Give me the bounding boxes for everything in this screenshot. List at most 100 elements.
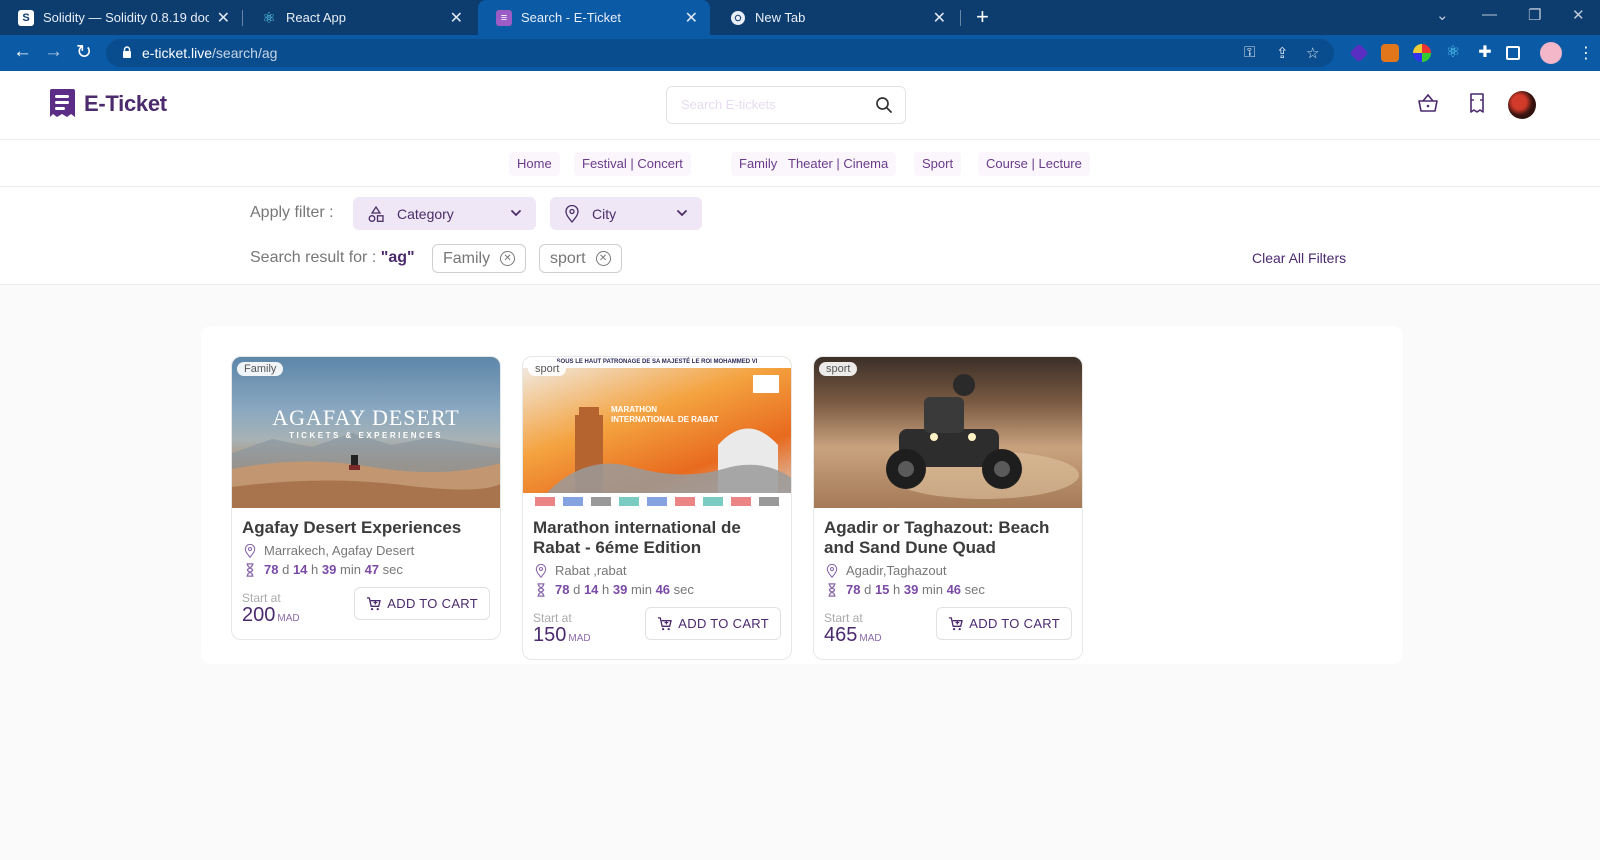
bookmark-star-icon[interactable]: ☆ bbox=[1306, 44, 1319, 62]
start-at-label: Start at bbox=[242, 591, 281, 605]
add-to-cart-button[interactable]: ADD TO CART bbox=[936, 607, 1072, 640]
search-icon[interactable] bbox=[875, 96, 893, 114]
nav-item-family[interactable]: Family bbox=[731, 152, 786, 176]
hourglass-icon bbox=[537, 582, 545, 597]
event-location: Agadir,Taghazout bbox=[824, 563, 1072, 578]
location-pin-icon bbox=[535, 563, 547, 578]
event-image: AGAFAY DESERT TICKETS & EXPERIENCES Fami… bbox=[232, 357, 500, 508]
category-select[interactable]: Category bbox=[353, 197, 536, 230]
search-box[interactable] bbox=[666, 86, 906, 124]
url-omnibox[interactable]: e-ticket.live/search/ag ⚿ ⇪ ☆ bbox=[106, 39, 1334, 67]
minimize-icon[interactable]: — bbox=[1482, 6, 1497, 23]
category-nav: Home Festival | Concert Family Theater |… bbox=[0, 140, 1600, 187]
close-tab-icon[interactable]: ✕ bbox=[685, 8, 698, 28]
event-location: Marrakech, Agafay Desert bbox=[242, 543, 490, 558]
results-container: AGAFAY DESERT TICKETS & EXPERIENCES Fami… bbox=[201, 326, 1403, 664]
cart-icon bbox=[658, 617, 672, 631]
nav-item-home[interactable]: Home bbox=[509, 152, 560, 176]
nav-item-theater-cinema[interactable]: Theater | Cinema bbox=[780, 152, 897, 176]
tab-title: New Tab bbox=[755, 10, 806, 25]
event-card[interactable]: sport Agadir or Taghazout: Beach and San… bbox=[813, 356, 1083, 660]
location-pin-icon bbox=[244, 543, 256, 558]
close-tab-icon[interactable]: ✕ bbox=[217, 8, 230, 28]
tab-search-chevron-icon[interactable]: ⌄ bbox=[1436, 6, 1449, 24]
search-input[interactable] bbox=[681, 97, 861, 112]
chrome-icon bbox=[730, 10, 746, 26]
event-location: Rabat ,rabat bbox=[533, 563, 781, 578]
event-image: SOUS LE HAUT PATRONAGE DE SA MAJESTÉ LE … bbox=[523, 357, 791, 508]
restore-icon[interactable]: ❐ bbox=[1528, 6, 1541, 24]
forward-arrow-icon[interactable]: → bbox=[44, 41, 63, 63]
chevron-down-icon bbox=[511, 210, 521, 217]
color-picker-icon[interactable] bbox=[1413, 44, 1431, 62]
eticket-icon: ≡ bbox=[496, 9, 512, 26]
event-title[interactable]: Marathon international de Rabat - 6éme E… bbox=[533, 518, 781, 558]
event-title[interactable]: Agadir or Taghazout: Beach and Sand Dune… bbox=[824, 518, 1072, 558]
event-price: 150 MAD bbox=[533, 624, 591, 646]
event-card[interactable]: AGAFAY DESERT TICKETS & EXPERIENCES Fami… bbox=[231, 356, 501, 640]
basket-icon[interactable] bbox=[1417, 92, 1439, 114]
remove-chip-icon[interactable]: ✕ bbox=[595, 251, 611, 266]
category-select-label: Category bbox=[397, 205, 454, 222]
event-card[interactable]: SOUS LE HAUT PATRONAGE DE SA MAJESTÉ LE … bbox=[522, 356, 792, 660]
nav-item-sport[interactable]: Sport bbox=[914, 152, 962, 176]
url-text: e-ticket.live/search/ag bbox=[142, 45, 278, 61]
cart-icon bbox=[367, 597, 381, 611]
side-panel-icon[interactable] bbox=[1506, 46, 1520, 60]
tab-react-app[interactable]: ⚛ React App ✕ bbox=[243, 0, 475, 35]
logo-text: E-Ticket bbox=[84, 91, 167, 116]
category-badge: Family bbox=[237, 362, 284, 376]
nav-item-course-lecture[interactable]: Course | Lecture bbox=[978, 152, 1090, 176]
close-tab-icon[interactable]: ✕ bbox=[933, 8, 946, 28]
city-select-label: City bbox=[592, 205, 617, 222]
event-title[interactable]: Agafay Desert Experiences bbox=[242, 518, 490, 538]
browser-tab-bar: S Solidity — Solidity 0.8.19 documentati… bbox=[0, 0, 1600, 35]
key-icon[interactable]: ⚿ bbox=[1244, 44, 1255, 61]
lock-icon bbox=[123, 46, 131, 58]
start-at-label: Start at bbox=[824, 611, 863, 625]
add-to-cart-button[interactable]: ADD TO CART bbox=[645, 607, 781, 640]
filters-panel: Apply filter : Category City Search resu… bbox=[0, 187, 1600, 285]
tab-search-eticket[interactable]: ≡ Search - E-Ticket ✕ bbox=[478, 0, 710, 35]
solidity-icon: S bbox=[18, 9, 34, 26]
tab-solidity[interactable]: S Solidity — Solidity 0.8.19 documentati… bbox=[0, 0, 242, 35]
image-subtitle-text: TICKETS & EXPERIENCES bbox=[289, 431, 443, 440]
quad-bike-image bbox=[886, 374, 1079, 499]
countdown-timer: 78 d 15 h 39 min 46 sec bbox=[824, 582, 1072, 597]
more-menu-icon[interactable]: ⋮ bbox=[1578, 43, 1594, 63]
chip-label: sport bbox=[550, 249, 586, 267]
ticket-icon[interactable] bbox=[1467, 92, 1487, 114]
hourglass-icon bbox=[828, 582, 836, 597]
tab-title: Solidity — Solidity 0.8.19 documentation bbox=[43, 10, 209, 25]
category-badge: sport bbox=[819, 362, 858, 376]
image-title-text: MARATHON INTERNATIONAL DE RABAT bbox=[611, 405, 719, 424]
search-query: "ag" bbox=[380, 249, 415, 266]
site-logo[interactable]: E-Ticket bbox=[48, 87, 167, 121]
reload-icon[interactable]: ↻ bbox=[76, 41, 92, 64]
chevron-down-icon bbox=[677, 210, 687, 217]
window-close-icon[interactable]: ✕ bbox=[1572, 6, 1585, 24]
extension-icon[interactable] bbox=[1349, 43, 1369, 63]
share-icon[interactable]: ⇪ bbox=[1276, 44, 1289, 62]
back-arrow-icon[interactable]: ← bbox=[13, 41, 32, 63]
new-tab-plus-icon[interactable]: + bbox=[976, 4, 989, 30]
ticket-logo-icon bbox=[49, 89, 75, 117]
start-at-label: Start at bbox=[533, 611, 572, 625]
close-tab-icon[interactable]: ✕ bbox=[450, 8, 463, 28]
city-select[interactable]: City bbox=[550, 197, 702, 230]
shapes-icon bbox=[368, 205, 384, 222]
nav-item-festival-concert[interactable]: Festival | Concert bbox=[574, 152, 691, 176]
image-title-text: AGAFAY DESERT bbox=[272, 405, 460, 430]
profile-avatar-icon[interactable] bbox=[1540, 42, 1562, 64]
metamask-icon[interactable] bbox=[1381, 44, 1399, 62]
search-result-label: Search result for : "ag" bbox=[250, 249, 415, 266]
clear-all-filters-link[interactable]: Clear All Filters bbox=[1252, 250, 1346, 266]
site-header: E-Ticket bbox=[0, 71, 1600, 140]
add-to-cart-button[interactable]: ADD TO CART bbox=[354, 587, 490, 620]
remove-chip-icon[interactable]: ✕ bbox=[500, 251, 516, 266]
tab-new-tab[interactable]: New Tab ✕ bbox=[712, 0, 958, 35]
user-avatar[interactable] bbox=[1508, 91, 1536, 119]
react-devtools-icon[interactable]: ⚛ bbox=[1444, 44, 1462, 62]
puzzle-icon[interactable]: ✚ bbox=[1476, 44, 1494, 62]
hourglass-icon bbox=[246, 562, 254, 577]
